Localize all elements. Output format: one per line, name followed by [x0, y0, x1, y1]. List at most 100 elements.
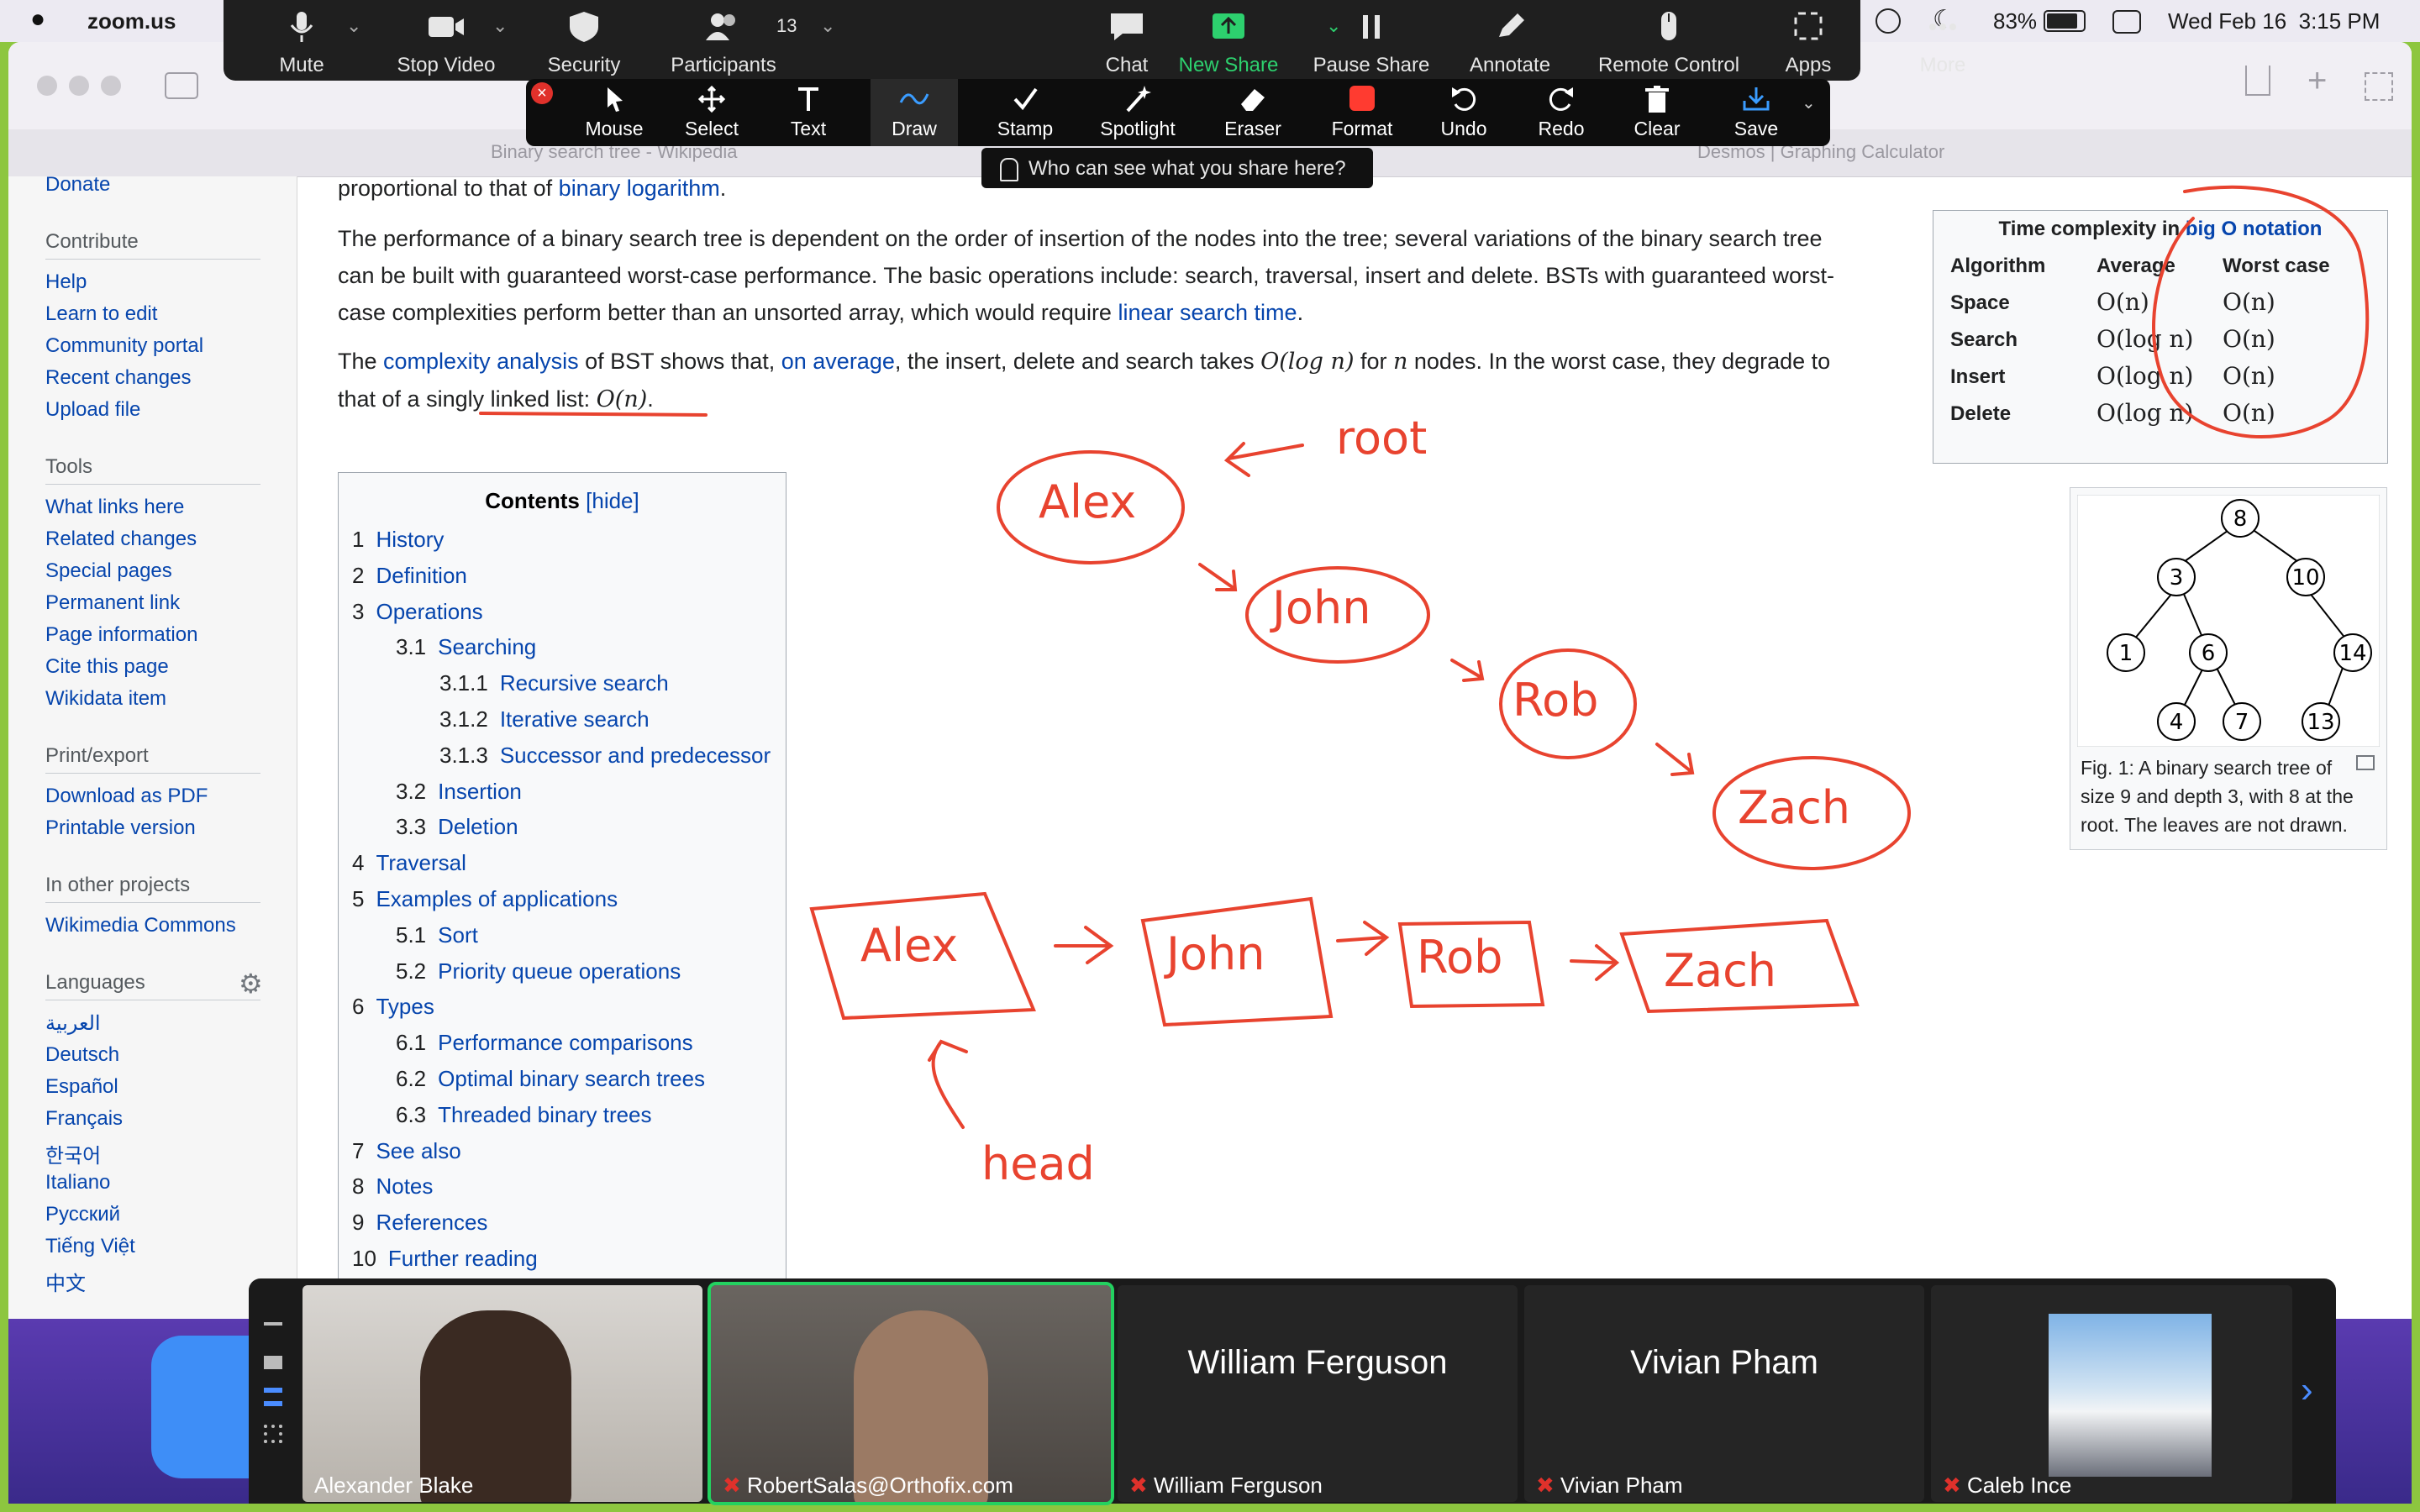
- ink-label-rob-tree: Rob: [1512, 674, 1598, 727]
- pause-share-button[interactable]: Pause Share: [1304, 0, 1439, 81]
- ink-label-root: root: [1336, 412, 1427, 465]
- ink-label-john-list: John: [1164, 927, 1265, 980]
- video-camera-icon: [429, 17, 464, 37]
- participant-tile[interactable]: Alexander Blake: [302, 1285, 702, 1502]
- view-grid-icon[interactable]: [264, 1425, 282, 1443]
- arrow: [1655, 743, 1695, 776]
- ink-label-rob-list: Rob: [1417, 931, 1502, 984]
- share-visibility-pill[interactable]: Who can see what you share here?: [981, 148, 1373, 188]
- tool-format[interactable]: Format: [1316, 79, 1408, 146]
- participant-display-name: Vivian Pham: [1630, 1344, 1818, 1381]
- tool-select[interactable]: Select: [666, 79, 758, 146]
- arrow: [1336, 921, 1390, 956]
- ink-label-john-tree: John: [1270, 581, 1370, 634]
- participant-name: Alexander Blake: [314, 1473, 474, 1498]
- annotation-toolbar: × Mouse Select Text Draw Stamp Spotlight…: [526, 79, 1830, 146]
- participant-tile[interactable]: William Ferguson ✖ William Ferguson: [1118, 1285, 1518, 1502]
- tool-spotlight[interactable]: Spotlight: [1084, 79, 1192, 146]
- ellipsis-icon: [1929, 24, 1956, 30]
- shield-icon: [570, 12, 598, 42]
- participant-name: ✖ William Ferguson: [1129, 1473, 1323, 1498]
- participant-name: ✖ Caleb Ince: [1943, 1473, 2072, 1498]
- participant-name: ✖ RobertSalas@Orthofix.com: [723, 1473, 1013, 1498]
- mute-options-chevron-icon[interactable]: ⌄: [346, 15, 361, 37]
- circle-worst-case: [2152, 185, 2370, 438]
- view-strip-icon[interactable]: [264, 1388, 282, 1406]
- tool-redo[interactable]: Redo: [1519, 79, 1603, 146]
- muted-mic-icon: ✖: [1129, 1473, 1148, 1498]
- ink-label-head: head: [981, 1137, 1095, 1190]
- chat-button[interactable]: Chat: [1081, 0, 1173, 81]
- arrow: [1054, 926, 1114, 964]
- mute-button[interactable]: Mute: [247, 0, 356, 81]
- muted-mic-icon: ✖: [723, 1473, 741, 1498]
- muted-mic-icon: ✖: [1943, 1473, 1961, 1498]
- save-options-chevron-icon[interactable]: ⌄: [1802, 92, 1816, 113]
- tool-mouse[interactable]: Mouse: [568, 79, 660, 146]
- muted-mic-icon: ✖: [1536, 1473, 1555, 1498]
- video-options-chevron-icon[interactable]: ⌄: [492, 15, 508, 37]
- next-page-chevron-icon[interactable]: ›: [2301, 1369, 2313, 1411]
- root-arrow: [1223, 442, 1304, 477]
- tool-text[interactable]: Text: [766, 79, 850, 146]
- squiggle-icon: [899, 93, 929, 105]
- participant-display-name: William Ferguson: [1187, 1344, 1448, 1381]
- close-annotation-icon[interactable]: ×: [531, 82, 553, 104]
- participants-chevron-icon[interactable]: ⌄: [820, 15, 835, 37]
- remote-control-button[interactable]: Remote Control: [1585, 0, 1753, 81]
- share-screen-icon: [1213, 13, 1244, 39]
- tool-eraser[interactable]: Eraser: [1207, 79, 1299, 146]
- mouse-icon: [1661, 12, 1676, 40]
- tool-draw[interactable]: Draw: [871, 79, 958, 146]
- magic-wand-icon: [1126, 86, 1151, 113]
- pencil-icon: [1499, 13, 1524, 37]
- participant-name: ✖ Vivian Pham: [1536, 1473, 1683, 1498]
- more-button[interactable]: More: [1901, 0, 1985, 81]
- arrow: [1570, 944, 1620, 981]
- tool-save[interactable]: Save: [1714, 79, 1798, 146]
- cursor-icon: [608, 87, 623, 112]
- participant-tile[interactable]: ✖ RobertSalas@Orthofix.com: [708, 1282, 1114, 1505]
- gallery-view-controls: [262, 1310, 284, 1470]
- participant-profile-photo: [2049, 1314, 2212, 1477]
- move-icon: [697, 85, 726, 113]
- eraser-icon: [1241, 89, 1265, 111]
- annotate-button[interactable]: Annotate: [1455, 0, 1565, 81]
- ink-label-alex-list: Alex: [860, 919, 958, 972]
- participants-button[interactable]: Participants: [669, 0, 778, 81]
- arrow: [1450, 659, 1485, 682]
- underline-linked-list: [479, 412, 708, 417]
- microphone-icon: [290, 12, 313, 42]
- undo-icon: [1452, 87, 1476, 111]
- trash-icon: [1645, 86, 1669, 113]
- person-icon: [1000, 158, 1018, 181]
- redo-icon: [1549, 87, 1573, 111]
- tool-stamp[interactable]: Stamp: [980, 79, 1071, 146]
- who-can-see-text: Who can see what you share here?: [1028, 157, 1346, 180]
- minimize-icon[interactable]: [264, 1322, 282, 1326]
- security-button[interactable]: Security: [529, 0, 639, 81]
- head-arrow: [928, 1039, 968, 1129]
- view-single-icon[interactable]: [264, 1356, 282, 1369]
- zoom-meeting-toolbar: Mute ⌄ Stop Video ⌄ Security Participant…: [224, 0, 1965, 81]
- participants-icon: [706, 13, 735, 40]
- checkmark-icon: [1013, 87, 1038, 111]
- download-icon: [1743, 87, 1770, 111]
- participant-count: 13: [776, 15, 797, 36]
- arrow: [1198, 563, 1238, 591]
- color-swatch-icon: [1349, 86, 1375, 111]
- ink-label-zach-list: Zach: [1664, 944, 1776, 997]
- stop-video-button[interactable]: Stop Video: [383, 0, 509, 81]
- tool-undo[interactable]: Undo: [1422, 79, 1506, 146]
- text-icon: [798, 87, 818, 111]
- new-share-button[interactable]: New Share: [1161, 0, 1296, 81]
- participant-tile[interactable]: ✖ Caleb Ince: [1931, 1285, 2292, 1502]
- ink-label-zach-tree: Zach: [1738, 781, 1850, 834]
- apps-button[interactable]: Apps: [1766, 0, 1850, 81]
- participant-tile[interactable]: Vivian Pham ✖ Vivian Pham: [1524, 1285, 1924, 1502]
- apps-icon: [1794, 12, 1823, 40]
- chat-bubble-icon: [1111, 13, 1143, 40]
- tool-clear[interactable]: Clear: [1615, 79, 1699, 146]
- ink-label-alex-tree: Alex: [1039, 475, 1136, 528]
- pause-icon: [1363, 15, 1380, 39]
